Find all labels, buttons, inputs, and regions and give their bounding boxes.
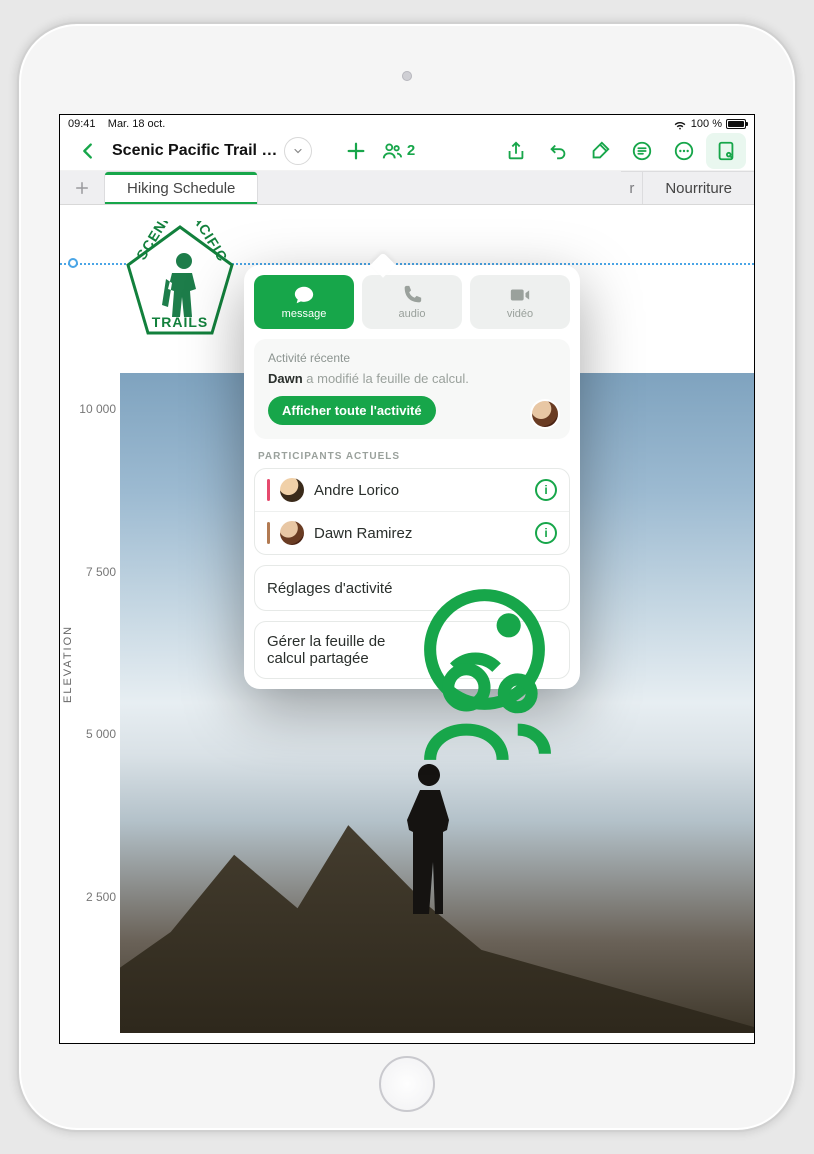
activity-actor: Dawn <box>268 371 303 386</box>
title-dropdown-button[interactable] <box>284 137 312 165</box>
status-time: 09:41 <box>68 118 96 130</box>
wifi-icon <box>673 117 687 131</box>
activity-settings-row[interactable]: Réglages d'activité <box>254 565 570 611</box>
alignment-guide-handle[interactable] <box>68 258 78 268</box>
audio-label: audio <box>399 308 426 320</box>
more-button[interactable] <box>664 133 704 169</box>
participant-info-button[interactable]: i <box>535 522 557 544</box>
undo-button[interactable] <box>538 133 578 169</box>
video-button[interactable]: vidéo <box>470 275 570 329</box>
sheet-tab-nourriture[interactable]: Nourriture <box>642 171 754 204</box>
inspector-button[interactable] <box>706 133 746 169</box>
sheet-tab-bar: Hiking Schedule r Nourriture <box>60 171 754 205</box>
y-tick: 2 500 <box>86 890 116 904</box>
home-button[interactable] <box>379 1056 435 1112</box>
spreadsheet-canvas[interactable]: SCENIC PACIFIC TRAILS ELEVATION 10 000 7… <box>60 205 754 1043</box>
battery-pct: 100 % <box>691 118 722 130</box>
manage-shared-icon <box>412 639 557 661</box>
participant-color <box>267 522 270 544</box>
participant-color <box>267 479 270 501</box>
sheet-tab-label: Hiking Schedule <box>127 180 235 197</box>
ipad-frame: 09:41 Mar. 18 oct. 100 % Scenic Pacific … <box>17 22 797 1132</box>
format-brush-button[interactable] <box>580 133 620 169</box>
activity-settings-icon <box>412 577 557 599</box>
video-label: vidéo <box>507 308 533 320</box>
participant-info-button[interactable]: i <box>535 479 557 501</box>
participant-avatar <box>280 478 304 502</box>
show-all-activity-button[interactable]: Afficher toute l'activité <box>268 396 436 425</box>
battery-icon <box>726 119 746 129</box>
logo-badge: SCENIC PACIFIC TRAILS <box>120 221 240 341</box>
y-axis: ELEVATION 10 000 7 500 5 000 2 500 <box>60 373 120 1033</box>
sheet-tab-active[interactable]: Hiking Schedule <box>104 171 258 204</box>
participant-row[interactable]: Andre Lorico i <box>255 469 569 511</box>
screen: 09:41 Mar. 18 oct. 100 % Scenic Pacific … <box>59 114 755 1044</box>
y-tick: 7 500 <box>86 565 116 579</box>
collab-count: 2 <box>407 142 415 159</box>
organize-button[interactable] <box>622 133 662 169</box>
sheet-tab-label: r <box>629 180 634 197</box>
activity-title: Activité récente <box>268 351 556 365</box>
participant-name: Dawn Ramirez <box>314 525 525 542</box>
communication-row: message audio vidéo <box>254 275 570 329</box>
status-date: Mar. 18 oct. <box>108 118 165 130</box>
share-button[interactable] <box>496 133 536 169</box>
document-title[interactable]: Scenic Pacific Trail Se... <box>110 142 280 160</box>
sheet-tab-label: Nourriture <box>665 180 732 197</box>
message-label: message <box>282 308 327 320</box>
participants-section-label: PARTICIPANTS ACTUELS <box>258 451 566 462</box>
collaboration-popover: message audio vidéo Activité récente Daw… <box>244 265 580 689</box>
sheet-tab-truncated[interactable]: r <box>621 171 642 204</box>
activity-avatar <box>532 401 558 427</box>
status-right: 100 % <box>673 117 746 131</box>
activity-text: a modifié la feuille de calcul. <box>303 371 469 386</box>
participant-name: Andre Lorico <box>314 482 525 499</box>
message-button[interactable]: message <box>254 275 354 329</box>
hiker-silhouette <box>399 764 459 914</box>
participant-avatar <box>280 521 304 545</box>
insert-button[interactable] <box>336 133 376 169</box>
recent-activity-card: Activité récente Dawn a modifié la feuil… <box>254 339 570 439</box>
activity-line: Dawn a modifié la feuille de calcul. <box>268 371 556 386</box>
y-tick: 10 000 <box>79 402 116 416</box>
y-tick: 5 000 <box>86 727 116 741</box>
audio-button[interactable]: audio <box>362 275 462 329</box>
manage-shared-label: Gérer la feuille de calcul partagée <box>267 633 412 667</box>
status-bar: 09:41 Mar. 18 oct. 100 % <box>60 115 754 131</box>
status-left: 09:41 Mar. 18 oct. <box>68 118 165 130</box>
add-sheet-button[interactable] <box>60 171 104 204</box>
toolbar: Scenic Pacific Trail Se... 2 <box>60 131 754 171</box>
activity-settings-label: Réglages d'activité <box>267 580 412 597</box>
collaboration-button[interactable]: 2 <box>378 133 418 169</box>
participants-list: Andre Lorico i Dawn Ramirez i <box>254 468 570 555</box>
back-button[interactable] <box>68 133 108 169</box>
logo-text-bottom: TRAILS <box>152 314 209 330</box>
participant-row[interactable]: Dawn Ramirez i <box>255 511 569 554</box>
